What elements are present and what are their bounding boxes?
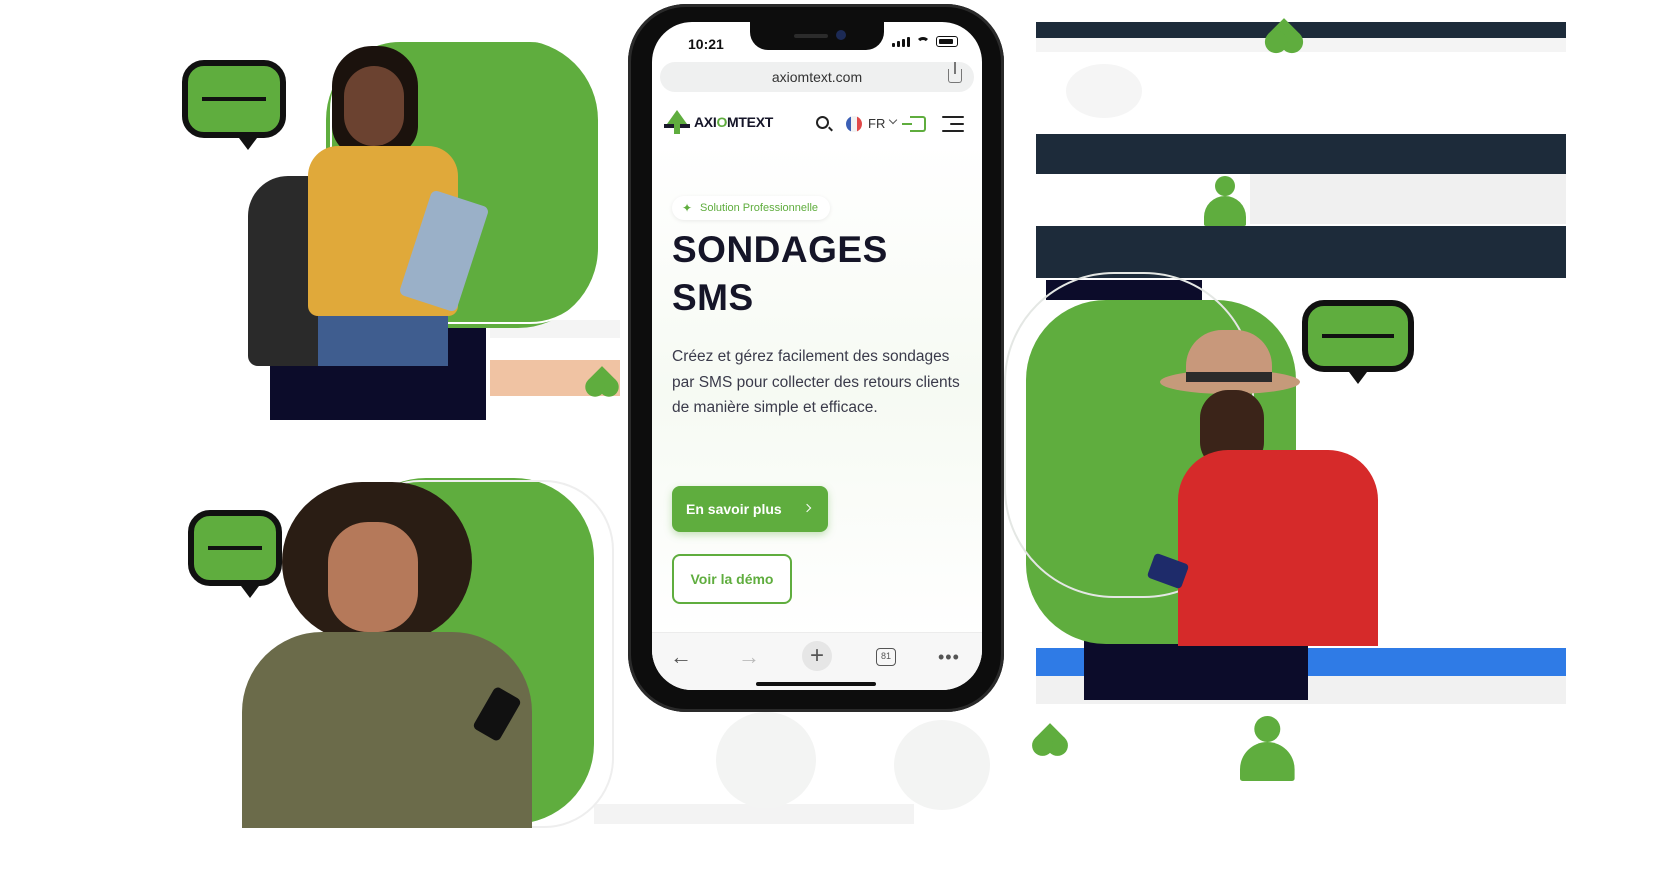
flag-fr-icon[interactable] bbox=[846, 116, 862, 132]
home-indicator bbox=[756, 682, 876, 686]
language-selector[interactable]: FR bbox=[868, 116, 885, 131]
demo-button[interactable]: Voir la démo bbox=[672, 554, 792, 604]
decor-stripe bbox=[1036, 134, 1566, 174]
share-icon[interactable] bbox=[948, 62, 962, 83]
axiomtext-logo[interactable]: AXIOMTEXT bbox=[664, 110, 773, 134]
wifi-icon bbox=[916, 36, 930, 47]
solution-tag: ✦ Solution Professionnelle bbox=[672, 196, 831, 220]
search-icon[interactable] bbox=[816, 116, 829, 129]
site-header: AXIOMTEXT FR bbox=[652, 104, 982, 144]
decor-stripe bbox=[1036, 226, 1566, 278]
status-icons bbox=[892, 36, 958, 47]
phone-screen: 10:21 axiomtext.com AXIOMTEXT FR ✦ Solut… bbox=[652, 22, 982, 690]
chat-bubble-icon bbox=[188, 510, 282, 598]
hero-title-line1: SONDAGES bbox=[672, 229, 888, 270]
decor-stripe bbox=[594, 804, 914, 824]
hero-description: Créez et gérez facilement des sondages p… bbox=[672, 348, 960, 416]
smiley-icon bbox=[894, 720, 990, 810]
logo-mark-icon bbox=[664, 110, 690, 134]
marketing-visual: 10:21 axiomtext.com AXIOMTEXT FR ✦ Solut… bbox=[0, 0, 1668, 879]
user-icon bbox=[1240, 716, 1295, 781]
login-icon[interactable] bbox=[902, 116, 926, 132]
smiley-icon bbox=[1066, 64, 1142, 118]
plus-icon[interactable]: + bbox=[802, 641, 832, 671]
battery-icon bbox=[936, 36, 958, 47]
hero-title-line2: SMS bbox=[672, 277, 754, 318]
phone-mockup: 10:21 axiomtext.com AXIOMTEXT FR ✦ Solut… bbox=[628, 4, 1004, 712]
chat-bubble-icon bbox=[1302, 300, 1414, 384]
chevron-right-icon bbox=[802, 503, 812, 513]
hero-title: SONDAGES SMS bbox=[672, 226, 972, 322]
sparkle-icon: ✦ bbox=[682, 201, 693, 215]
tabs-icon[interactable]: 81 bbox=[876, 648, 896, 666]
hero-section: ✦ Solution Professionnelle SONDAGES SMS … bbox=[652, 144, 982, 640]
phone-notch bbox=[750, 22, 884, 50]
signal-icon bbox=[892, 36, 910, 47]
person-woman-phone bbox=[242, 482, 542, 828]
user-icon bbox=[1204, 176, 1246, 226]
status-time: 10:21 bbox=[688, 36, 724, 52]
url-bar[interactable]: axiomtext.com bbox=[660, 62, 974, 92]
decor-stripe bbox=[1250, 174, 1566, 224]
heart-icon bbox=[1035, 723, 1065, 753]
chevron-down-icon[interactable] bbox=[888, 115, 898, 125]
logo-text: AXIOMTEXT bbox=[694, 114, 773, 130]
back-arrow-icon[interactable]: ← bbox=[670, 645, 692, 669]
smiley-icon bbox=[716, 712, 816, 808]
learn-more-label: En savoir plus bbox=[686, 501, 782, 517]
chat-bubble-icon bbox=[182, 60, 286, 150]
url-text: axiomtext.com bbox=[771, 69, 863, 85]
menu-icon[interactable] bbox=[942, 116, 964, 137]
more-icon[interactable]: ••• bbox=[938, 645, 960, 669]
tag-label: Solution Professionnelle bbox=[700, 202, 819, 214]
forward-arrow-icon[interactable]: → bbox=[738, 645, 760, 669]
learn-more-button[interactable]: En savoir plus bbox=[672, 486, 828, 532]
